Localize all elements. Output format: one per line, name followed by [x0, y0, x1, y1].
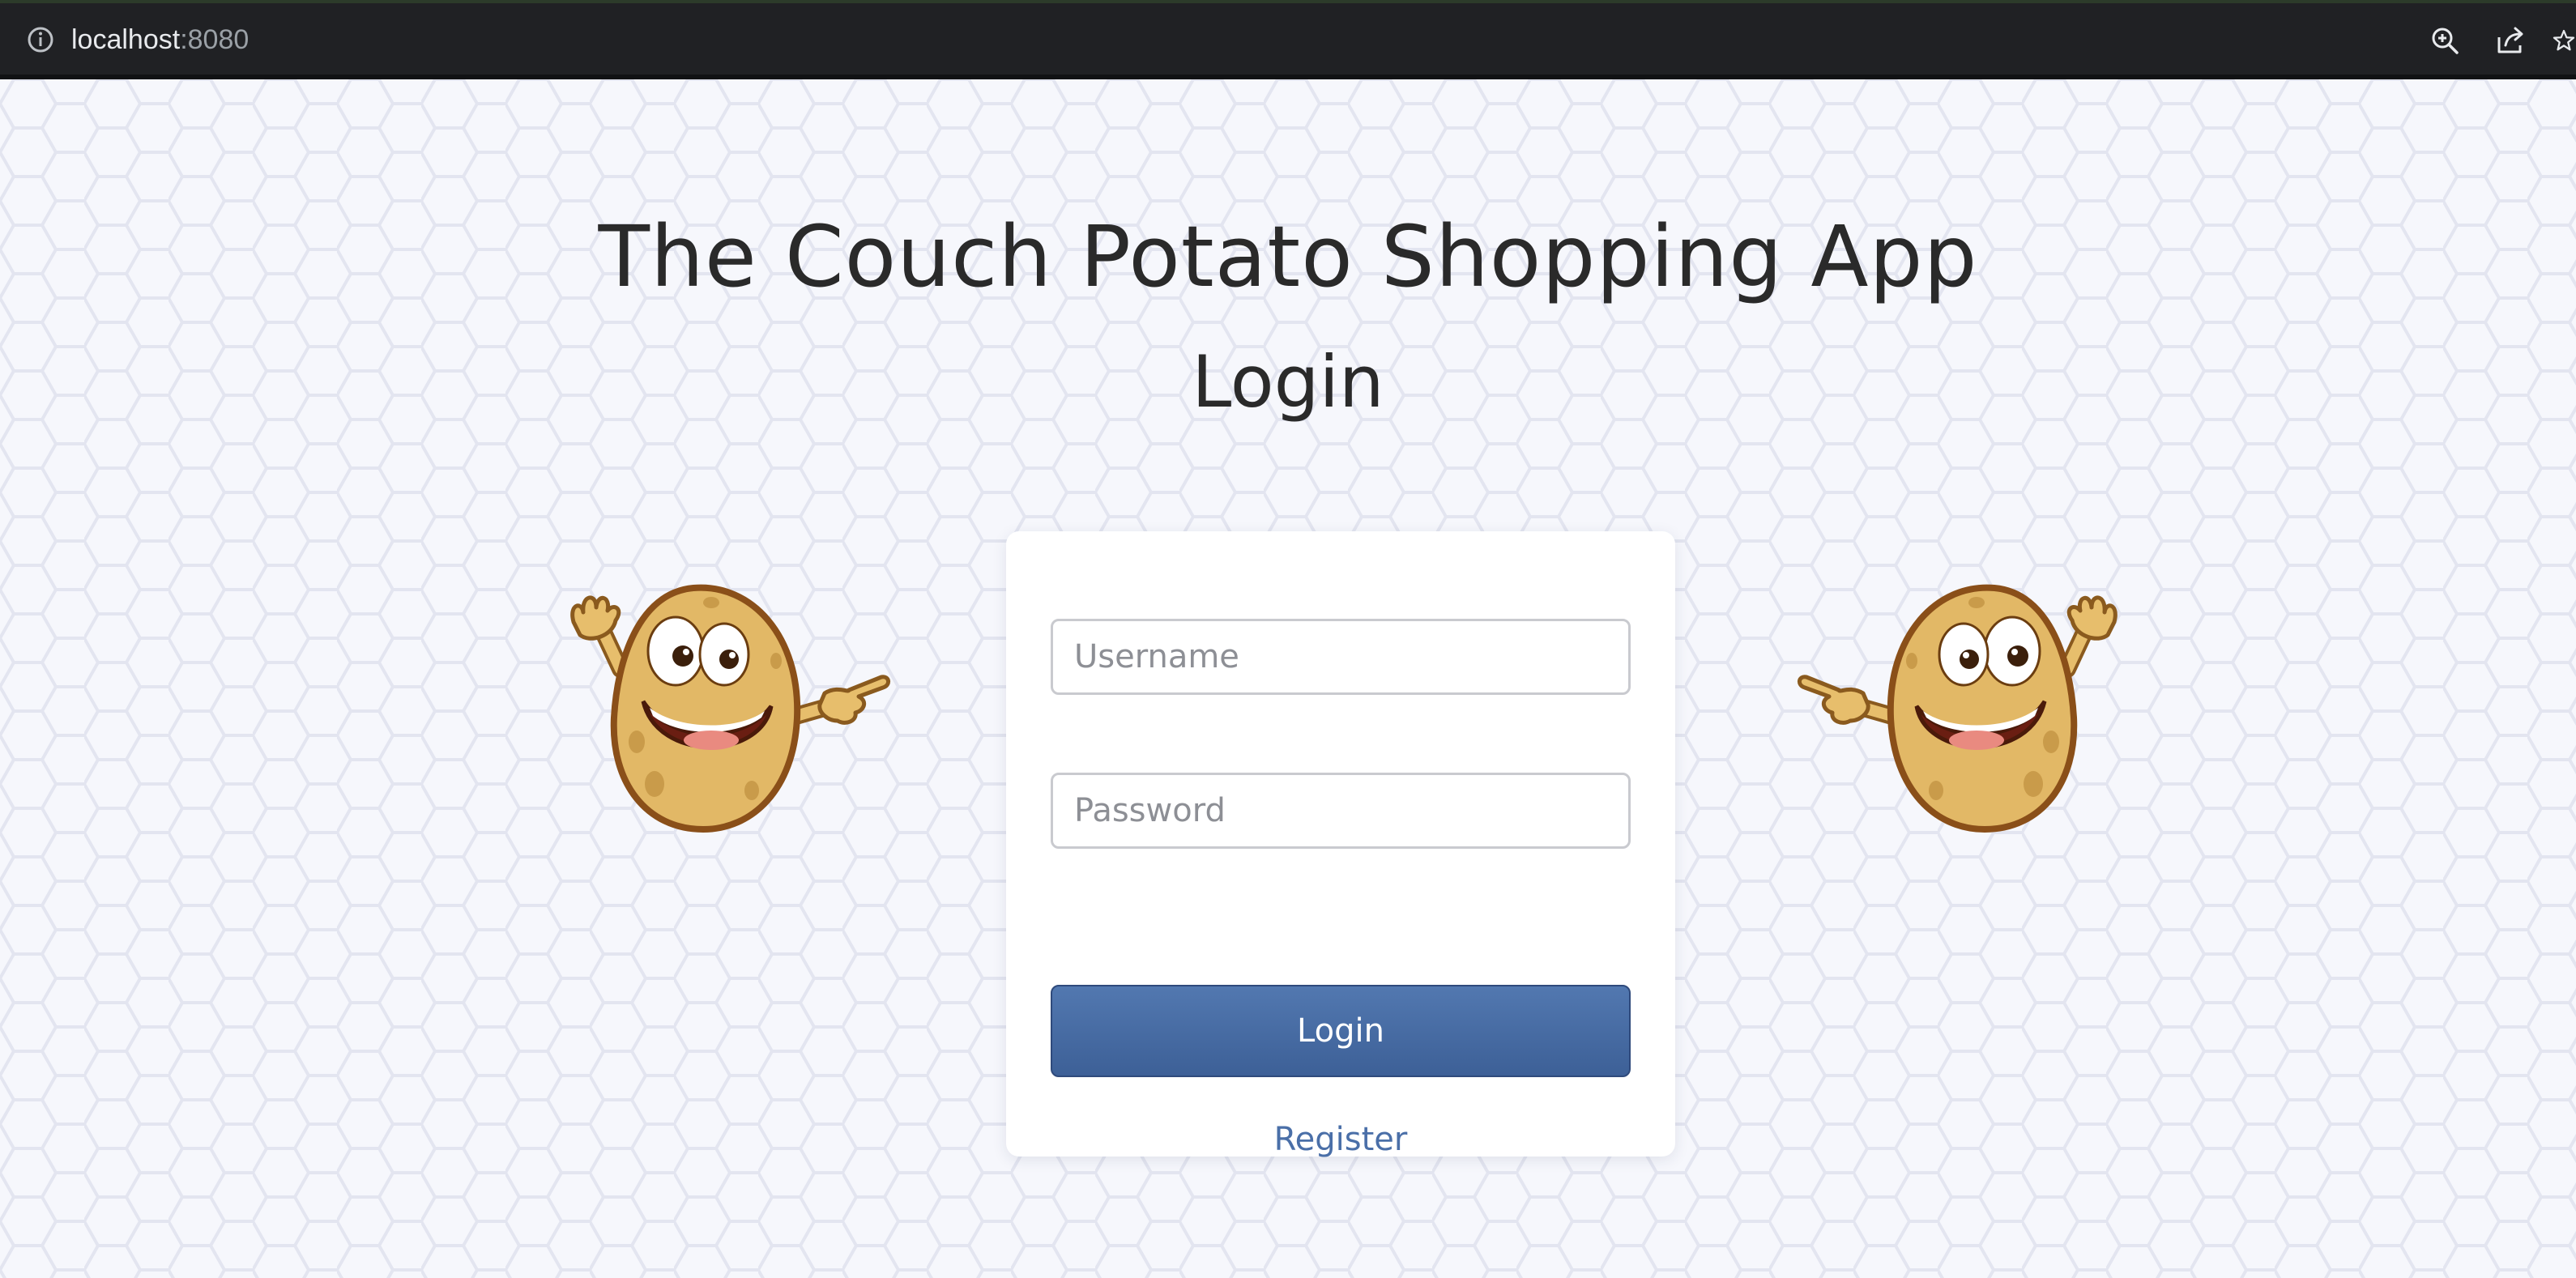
browser-toolbar: localhost:8080: [0, 0, 2576, 79]
share-icon[interactable]: [2489, 18, 2534, 63]
address-bar[interactable]: localhost:8080: [16, 15, 249, 65]
app-title: The Couch Potato Shopping App: [598, 207, 1978, 306]
potato-mascot-left: [570, 584, 890, 833]
login-button[interactable]: Login: [1051, 985, 1631, 1077]
login-form: Login Register: [1006, 531, 1675, 1158]
register-link[interactable]: Register: [1006, 1121, 1675, 1158]
potato-mascot-right: [1798, 584, 2118, 833]
login-page: The Couch Potato Shopping App Login User…: [0, 79, 2576, 1278]
page-heading: Login: [1192, 340, 1384, 424]
url-host[interactable]: localhost: [71, 15, 180, 65]
zoom-icon[interactable]: [2422, 18, 2467, 63]
url-port[interactable]: :8080: [180, 15, 249, 65]
password-input[interactable]: [1051, 773, 1631, 849]
star-icon[interactable]: [2552, 18, 2576, 63]
username-input[interactable]: [1051, 619, 1631, 695]
info-icon[interactable]: [16, 15, 65, 64]
